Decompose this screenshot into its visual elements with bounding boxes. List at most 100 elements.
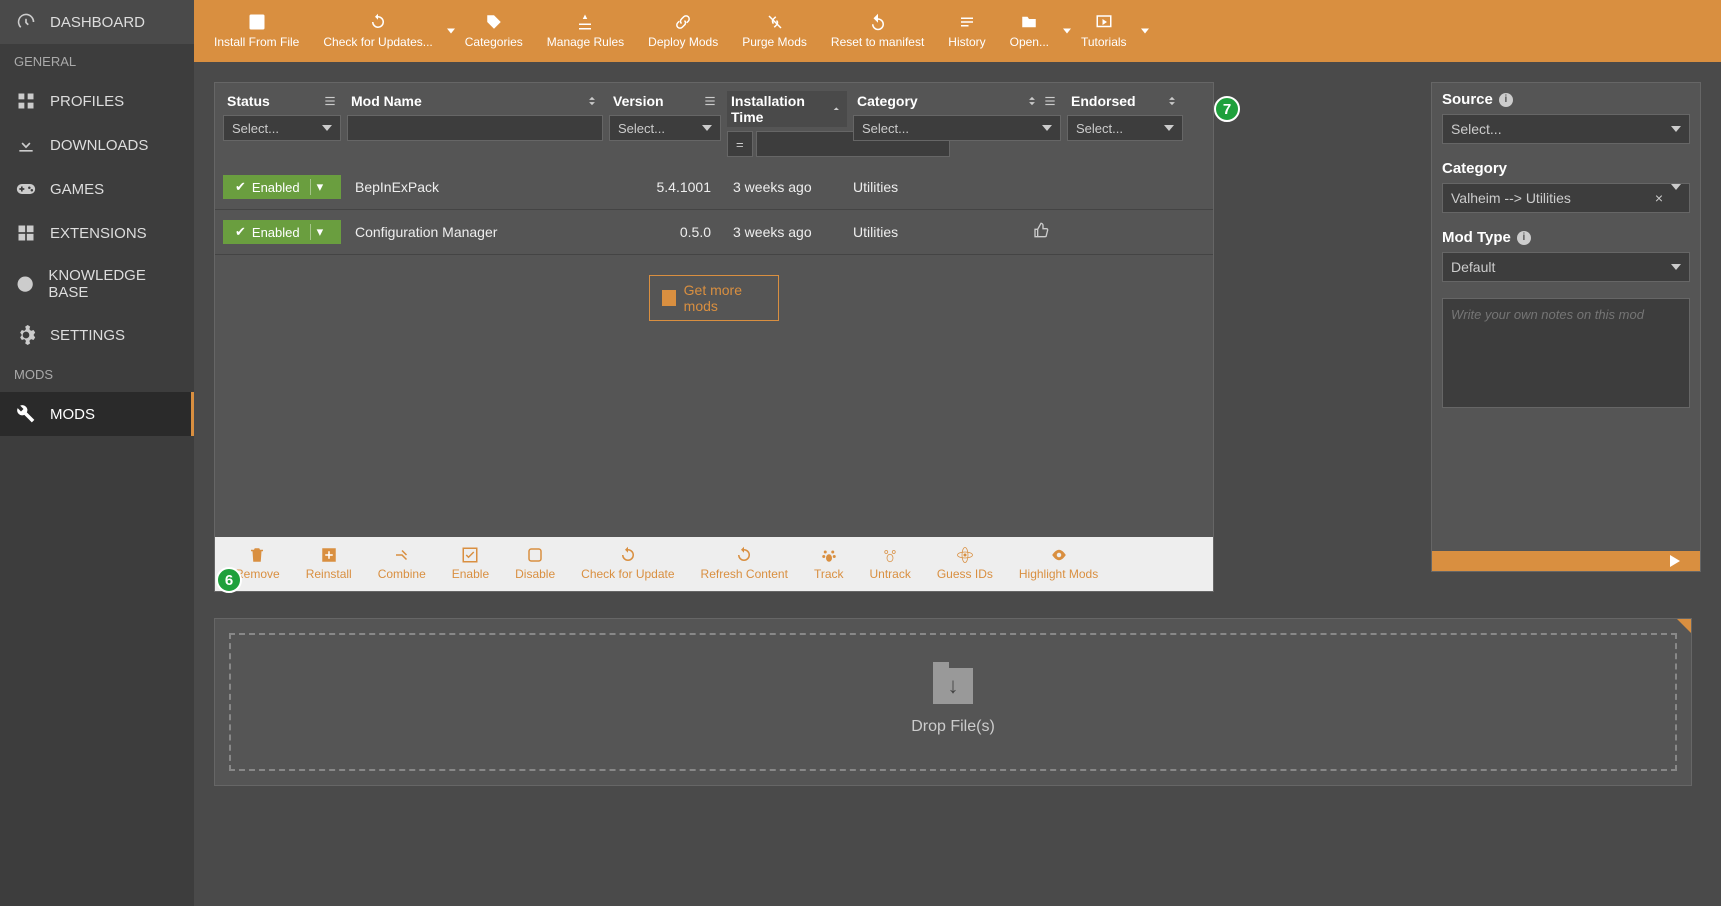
sort-icon xyxy=(1165,94,1179,108)
col-version[interactable]: Version xyxy=(609,91,721,111)
action-combine-label: Combine xyxy=(378,567,426,581)
info-icon[interactable]: i xyxy=(1517,231,1531,245)
toolbar-install[interactable]: Install From File xyxy=(202,7,311,55)
info-icon[interactable]: i xyxy=(1499,93,1513,107)
rp-category-label: Category xyxy=(1442,160,1690,177)
filter-row: Status Select... Mod Name Version Select… xyxy=(215,83,1213,165)
action-disable[interactable]: Disable xyxy=(515,546,555,581)
col-status-label: Status xyxy=(227,93,270,109)
status-dropdown[interactable]: ▾ xyxy=(310,224,324,240)
check-icon: ✔ xyxy=(235,179,246,195)
filter-op-text: = xyxy=(736,137,744,152)
table-row[interactable]: ✔ Enabled ▾ BepInExPack 5.4.1001 3 weeks… xyxy=(215,165,1213,210)
toolbar-categories[interactable]: Categories xyxy=(453,7,535,55)
action-reinstall-label: Reinstall xyxy=(306,567,352,581)
sidebar-knowledge-label: KNOWLEDGE BASE xyxy=(48,267,178,301)
toolbar-manage-rules[interactable]: Manage Rules xyxy=(535,7,636,55)
list-icon xyxy=(703,94,717,108)
mod-endorsed[interactable] xyxy=(1011,222,1071,243)
sidebar-extensions-label: EXTENSIONS xyxy=(50,225,147,242)
download-icon xyxy=(16,135,36,155)
action-enable[interactable]: Enable xyxy=(452,546,489,581)
rp-source-select[interactable]: Select... xyxy=(1442,114,1690,144)
toolbar-manage-label: Manage Rules xyxy=(547,35,624,49)
mod-name: BepInExPack xyxy=(341,179,601,195)
empty-box-icon xyxy=(526,546,544,564)
sidebar-profiles-label: PROFILES xyxy=(50,93,124,110)
action-highlight[interactable]: Highlight Mods xyxy=(1019,546,1098,581)
sidebar: DASHBOARD GENERAL PROFILES DOWNLOADS GAM… xyxy=(0,0,194,906)
sidebar-dashboard[interactable]: DASHBOARD xyxy=(0,0,194,44)
toolbar-deploy-label: Deploy Mods xyxy=(648,35,718,49)
mod-install-time: 3 weeks ago xyxy=(711,179,831,195)
mods-panel: Status Select... Mod Name Version Select… xyxy=(214,82,1214,592)
filter-modname-input[interactable] xyxy=(347,115,603,141)
toolbar-history[interactable]: History xyxy=(936,7,997,55)
sort-asc-icon xyxy=(830,102,843,116)
filter-endorsed-select[interactable]: Select... xyxy=(1067,115,1183,141)
rp-category-select[interactable]: Valheim --> Utilities× xyxy=(1442,183,1690,213)
get-more-mods-button[interactable]: Get more mods xyxy=(649,275,779,321)
paw-icon xyxy=(820,546,838,564)
sidebar-section-general: GENERAL xyxy=(0,44,194,79)
sidebar-knowledge[interactable]: KNOWLEDGE BASE xyxy=(0,255,194,313)
action-check-update[interactable]: Check for Update xyxy=(581,546,674,581)
col-status[interactable]: Status xyxy=(223,91,341,111)
toolbar-deploy[interactable]: Deploy Mods xyxy=(636,7,730,55)
toolbar-open-label: Open... xyxy=(1010,35,1049,49)
rp-notes-textarea[interactable] xyxy=(1442,298,1690,408)
folder-icon xyxy=(1020,13,1038,31)
filter-category-select[interactable]: Select... xyxy=(853,115,1061,141)
sidebar-settings[interactable]: SETTINGS xyxy=(0,313,194,357)
mod-version: 5.4.1001 xyxy=(601,179,711,195)
sidebar-downloads[interactable]: DOWNLOADS xyxy=(0,123,194,167)
info-icon xyxy=(16,274,34,294)
sidebar-mods[interactable]: MODS xyxy=(0,392,194,436)
action-refresh[interactable]: Refresh Content xyxy=(701,546,788,581)
action-combine[interactable]: Combine xyxy=(378,546,426,581)
sidebar-games[interactable]: GAMES xyxy=(0,167,194,211)
action-reinstall[interactable]: Reinstall xyxy=(306,546,352,581)
toolbar-tutorials-label: Tutorials xyxy=(1081,35,1127,49)
toolbar-reset[interactable]: Reset to manifest xyxy=(819,7,936,55)
sidebar-profiles[interactable]: PROFILES xyxy=(0,79,194,123)
resize-handle[interactable] xyxy=(1677,619,1691,633)
caret-down-icon xyxy=(322,125,332,131)
status-badge[interactable]: ✔ Enabled ▾ xyxy=(223,175,341,199)
rp-modtype-select[interactable]: Default xyxy=(1442,252,1690,282)
toolbar-purge[interactable]: Purge Mods xyxy=(730,7,819,55)
toolbar-tutorials[interactable]: Tutorials xyxy=(1069,7,1147,55)
col-version-label: Version xyxy=(613,93,664,109)
clear-icon[interactable]: × xyxy=(1655,190,1663,206)
col-installtime[interactable]: Installation Time xyxy=(727,91,847,127)
filter-installtime-op[interactable]: = xyxy=(727,131,753,157)
status-dropdown[interactable]: ▾ xyxy=(310,179,324,195)
table-row[interactable]: ✔ Enabled ▾ Configuration Manager 0.5.0 … xyxy=(215,210,1213,255)
sort-icon xyxy=(1025,94,1039,108)
col-modname[interactable]: Mod Name xyxy=(347,91,603,111)
main-area: Status Select... Mod Name Version Select… xyxy=(194,62,1721,906)
action-track[interactable]: Track xyxy=(814,546,844,581)
toolbar-check-updates[interactable]: Check for Updates... xyxy=(311,7,452,55)
col-category[interactable]: Category xyxy=(853,91,1061,111)
plus-box-icon xyxy=(248,13,266,31)
status-text: Enabled xyxy=(252,180,300,195)
drop-zone[interactable]: ↓ Drop File(s) xyxy=(229,633,1677,771)
col-endorsed[interactable]: Endorsed xyxy=(1067,91,1183,111)
filter-endorsed-text: Select... xyxy=(1076,121,1123,136)
filter-category-text: Select... xyxy=(862,121,909,136)
status-badge[interactable]: ✔ Enabled ▾ xyxy=(223,220,341,244)
sidebar-extensions[interactable]: EXTENSIONS xyxy=(0,211,194,255)
nexus-icon xyxy=(662,290,676,306)
action-untrack[interactable]: Untrack xyxy=(870,546,911,581)
action-guess[interactable]: Guess IDs xyxy=(937,546,993,581)
thumb-up-icon xyxy=(1033,222,1049,238)
mod-category: Utilities xyxy=(831,179,1011,195)
filter-status-select[interactable]: Select... xyxy=(223,115,341,141)
caret-down-icon xyxy=(702,125,712,131)
profiles-icon xyxy=(16,91,36,111)
drop-panel: ↓ Drop File(s) xyxy=(214,618,1692,786)
toolbar-open[interactable]: Open... xyxy=(998,7,1069,55)
filter-version-select[interactable]: Select... xyxy=(609,115,721,141)
rp-footer[interactable] xyxy=(1432,551,1700,571)
